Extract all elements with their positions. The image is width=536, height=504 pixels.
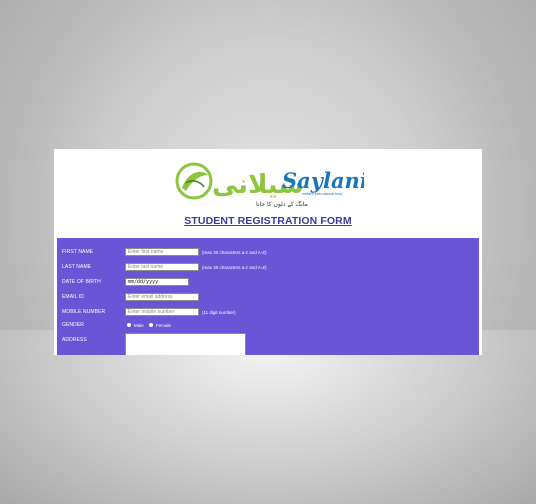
first-name-input[interactable]: Enter first name [125,248,199,256]
registration-page: سیلانی Saylani welfare international tru… [54,149,482,355]
gender-female-label: Female [156,322,172,328]
dob-input[interactable]: mm/dd/yyyy [125,278,189,286]
last-name-input[interactable]: Enter last name [125,263,199,271]
gender-male-label: Male [134,322,144,328]
gender-female-radio[interactable] [149,323,153,327]
dob-label: DATE OF BIRTH [62,279,101,285]
email-input[interactable]: Enter email address [125,293,199,301]
first-name-hint: (max 30 characters a-z and A-Z) [202,250,267,255]
last-name-label: LAST NAME [62,264,92,270]
last-name-hint: (max 30 characters a-z and A-Z) [202,265,267,270]
logo-subtitle: welfare international trust [302,192,342,196]
form-title: STUDENT REGISTRATION FORM [184,215,352,227]
form-panel: FIRST NAME Enter first name (max 30 char… [57,238,479,355]
first-name-label: FIRST NAME [62,249,94,255]
mobile-hint: (11 digit number) [202,310,236,315]
gender-male-radio[interactable] [127,323,131,327]
logo-latin-text: Saylani [282,168,364,193]
address-label: ADDRESS [62,337,87,343]
mobile-input[interactable]: Enter mobile number [125,308,199,316]
saylani-logo: سیلانی Saylani welfare international tru… [175,162,364,208]
mobile-label: MOBILE NUMBER [62,309,106,315]
address-textarea[interactable] [125,333,246,355]
email-label: EMAIL ID [62,294,85,300]
backdrop-floor [0,330,536,504]
logo-tagline: مانگ کے دلوں کا جانا [256,200,308,208]
gender-label: GENDER [62,322,84,328]
